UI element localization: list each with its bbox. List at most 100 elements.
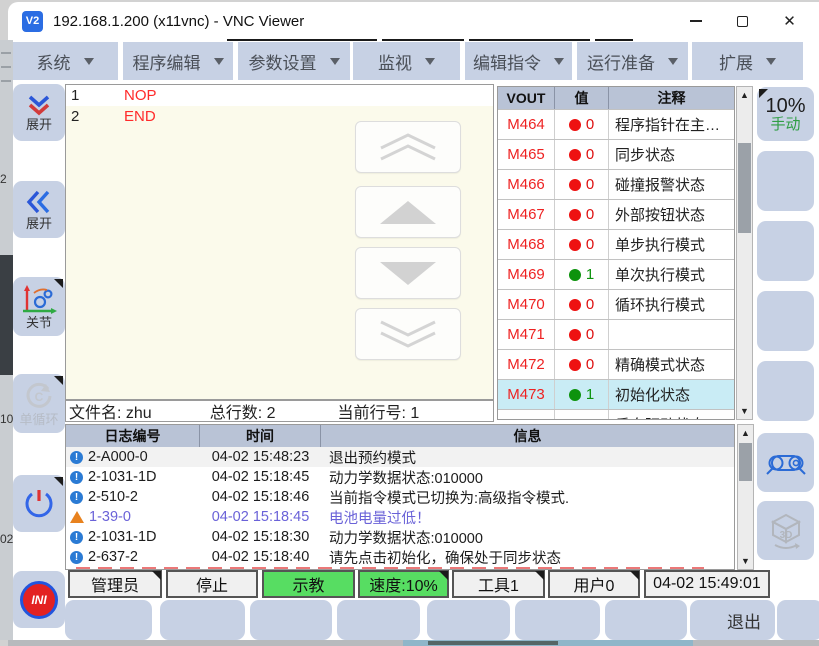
status-clock[interactable]: 04-02 15:49:01 (644, 570, 770, 598)
right-toolbar-button-3[interactable] (757, 291, 814, 351)
desktop-sliver-left: 2 10 02 (0, 40, 13, 640)
status-user[interactable]: 用户0 (548, 570, 640, 598)
bottom-button-2[interactable] (160, 600, 245, 640)
scrollbar-up-arrow[interactable]: ▲ (737, 87, 752, 103)
scrollbar-up-arrow[interactable]: ▲ (738, 425, 753, 441)
log-scrollbar[interactable]: ▲ ▼ (737, 424, 754, 570)
vout-row[interactable]: M4650同步状态 (498, 139, 734, 169)
corner-marker (535, 571, 544, 580)
menu-item-extension[interactable]: 扩展 (692, 42, 803, 80)
bottom-button-4[interactable] (337, 600, 420, 640)
expand-left-button[interactable]: 展开 (13, 181, 65, 238)
bottom-button-1[interactable] (65, 600, 152, 640)
log-message: 动力学数据状态:010000 (321, 467, 734, 488)
log-row[interactable]: 1-39-004-02 15:18:45电池电量过低！ (66, 507, 734, 527)
bottom-button-3[interactable] (250, 600, 332, 640)
info-icon: ! (70, 551, 83, 564)
chevron-down-icon (330, 58, 340, 70)
menu-item-run-prep[interactable]: 运行准备 (577, 42, 688, 80)
power-button[interactable] (13, 475, 65, 532)
code-line-text: NOP (124, 87, 157, 104)
vout-row[interactable]: M4691单次执行模式 (498, 259, 734, 289)
code-line-number: 1 (66, 87, 124, 104)
status-dot-red (569, 119, 581, 131)
status-speed[interactable]: 速度:10% (358, 570, 449, 598)
double-chevron-left-icon (26, 189, 52, 215)
menu-item-monitor[interactable]: 监视 (353, 42, 460, 80)
scroll-up-button[interactable] (355, 186, 461, 238)
vout-scrollbar[interactable]: ▲ ▼ (736, 86, 753, 420)
vout-row[interactable]: M4731初始化状态 (498, 379, 734, 409)
vout-comment: 循环执行模式 (609, 290, 734, 319)
scrollbar-thumb[interactable] (738, 143, 751, 233)
joint-mode-button[interactable]: 关节 (13, 277, 65, 336)
scrollbar-down-arrow[interactable]: ▼ (738, 553, 753, 569)
view-3d-button[interactable]: 3D (757, 501, 814, 560)
vout-row[interactable]: M4660碰撞报警状态 (498, 169, 734, 199)
vout-value: 0 (586, 326, 594, 343)
value-col-header: 值 (555, 87, 609, 109)
status-tool[interactable]: 工具1 (452, 570, 545, 598)
log-row[interactable]: !2-A000-004-02 15:48:23退出预约模式 (66, 447, 734, 467)
maximize-button[interactable] (719, 2, 766, 40)
vout-row[interactable]: M4710 (498, 319, 734, 349)
scrollbar-down-arrow[interactable]: ▼ (737, 403, 752, 419)
triangle-down-icon (372, 256, 444, 290)
svg-text:3D: 3D (779, 530, 792, 541)
vout-row[interactable]: M4670外部按钮状态 (498, 199, 734, 229)
vout-value: 0 (586, 356, 594, 373)
scroll-top-button[interactable] (355, 121, 461, 173)
vout-value-cell: 0 (555, 350, 609, 379)
log-row[interactable]: !2-637-204-02 15:18:40请先点击初始化，确保处于同步状态 (66, 547, 734, 567)
bottom-button-5[interactable] (427, 600, 510, 640)
vout-row[interactable]: M4700循环执行模式 (498, 289, 734, 319)
status-user-label: 用户0 (574, 572, 615, 596)
vout-value: 0 (586, 176, 594, 193)
right-corner-button[interactable] (777, 600, 819, 640)
right-toolbar-button-4[interactable] (757, 361, 814, 421)
vout-comment (609, 320, 734, 349)
menu-item-param-settings[interactable]: 参数设置 (238, 42, 350, 80)
scrollbar-thumb[interactable] (739, 443, 752, 481)
minimize-button[interactable] (672, 2, 719, 40)
joystick-button[interactable] (757, 433, 814, 492)
single-cycle-button[interactable]: C 单循环 (13, 374, 65, 433)
speed-percent: 10% (765, 95, 805, 117)
vout-id: M466 (498, 170, 555, 199)
close-button[interactable]: ✕ (766, 2, 813, 40)
vout-row[interactable]: M4680单步执行模式 (498, 229, 734, 259)
vout-row[interactable]: M4740反向驱动状态 (498, 409, 734, 420)
expand-down-button[interactable]: 展开 (13, 84, 65, 141)
vout-comment: 初始化状态 (609, 380, 734, 409)
log-row[interactable]: !2-1031-1D04-02 15:18:45动力学数据状态:010000 (66, 467, 734, 487)
code-line[interactable]: 1NOP (66, 85, 493, 106)
log-time: 04-02 15:18:30 (200, 529, 321, 545)
exit-button[interactable]: 退出 (690, 600, 775, 640)
scroll-down-button[interactable] (355, 247, 461, 299)
vout-row[interactable]: M4720精确模式状态 (498, 349, 734, 379)
status-role[interactable]: 管理员 (68, 570, 162, 598)
window-edge-fragment (382, 39, 464, 41)
menu-item-program-edit[interactable]: 程序编辑 (123, 42, 233, 80)
status-dot-green (569, 269, 581, 281)
menu-item-edit-command[interactable]: 编辑指令 (465, 42, 572, 80)
code-line-text: END (124, 108, 156, 125)
menu-item-system[interactable]: 系统 (12, 42, 118, 80)
vout-id: M465 (498, 140, 555, 169)
log-id-cell: !2-A000-0 (66, 449, 200, 465)
info-icon: ! (70, 491, 83, 504)
status-stop[interactable]: 停止 (166, 570, 258, 598)
right-toolbar-button-2[interactable] (757, 221, 814, 281)
right-toolbar-button-1[interactable] (757, 151, 814, 211)
corner-marker (54, 279, 63, 288)
speed-mode-button[interactable]: 10% 手动 (757, 87, 814, 141)
bottom-button-7[interactable] (605, 600, 687, 640)
log-row[interactable]: !2-1031-1D04-02 15:18:30动力学数据状态:010000 (66, 527, 734, 547)
bottom-button-6[interactable] (515, 600, 600, 640)
ini-button[interactable]: INI (13, 571, 65, 628)
log-row[interactable]: !2-510-204-02 15:18:46当前指令模式已切换为:高级指令模式. (66, 487, 734, 507)
vout-comment: 程序指针在主… (609, 110, 734, 139)
scroll-bottom-button[interactable] (355, 308, 461, 360)
vout-row[interactable]: M4640程序指针在主… (498, 109, 734, 139)
status-teach[interactable]: 示教 (262, 570, 355, 598)
